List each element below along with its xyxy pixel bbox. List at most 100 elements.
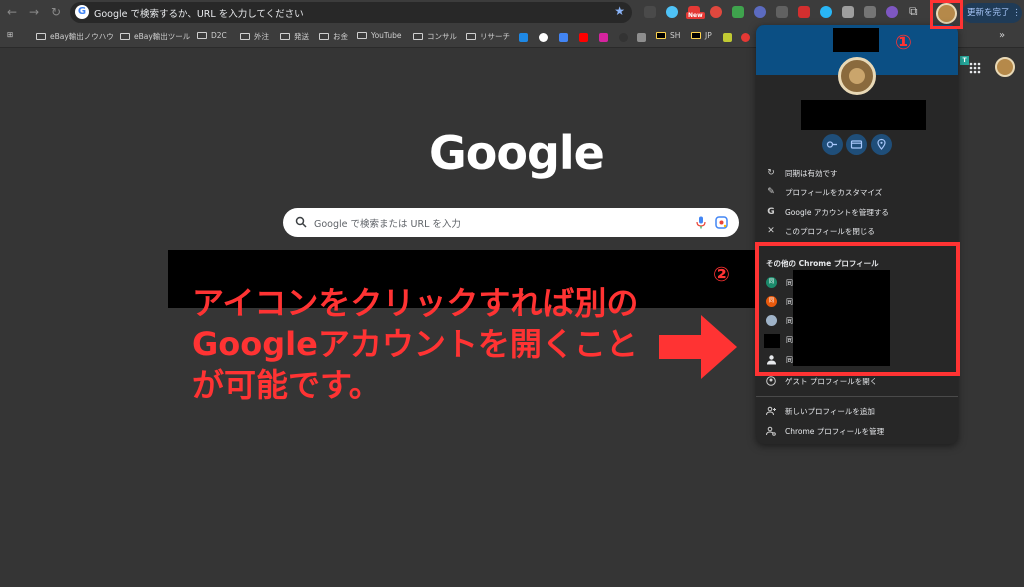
bookmark-folder[interactable]: お金 <box>319 31 348 42</box>
more-vert-icon: ⋮ <box>1012 8 1021 18</box>
bookmark-favicon <box>691 32 701 39</box>
bookmark-folder[interactable]: D2C <box>197 31 227 40</box>
person-add-icon <box>766 406 776 416</box>
guest-person-icon <box>766 376 776 386</box>
search-placeholder: Google で検索または URL を入力 <box>314 219 461 230</box>
manage-accounts-icon <box>766 426 776 436</box>
profile-avatar <box>838 57 876 95</box>
omnibox-placeholder: Google で検索するか、URL を入力してください <box>94 9 304 20</box>
address-location-button[interactable] <box>871 134 892 155</box>
google-g-icon: G <box>75 5 89 19</box>
menu-item-add-profile[interactable]: 新しいプロフィールを追加 <box>756 402 958 421</box>
menu-item-label: 同期は有効です <box>785 169 838 178</box>
bookmark-label: 外注 <box>254 32 269 41</box>
bookmark-folder[interactable]: eBay輸出ノウハウ <box>36 31 114 42</box>
folder-icon <box>280 33 290 40</box>
chevron-double-right-icon[interactable]: » <box>999 30 1005 41</box>
search-input[interactable]: Google で検索または URL を入力 <box>283 208 739 237</box>
bookmark-favicon[interactable] <box>637 33 646 42</box>
menu-item-label: このプロフィールを閉じる <box>785 227 875 236</box>
close-icon: ✕ <box>767 226 775 236</box>
puzzle-icon[interactable]: ⧉ <box>909 4 918 19</box>
bookmark-label: SH <box>670 31 681 40</box>
bookmark-folder[interactable]: eBay輸出ツール <box>120 31 190 42</box>
reload-icon[interactable]: ↻ <box>48 4 64 20</box>
update-label: 更新を完了 <box>967 8 1010 18</box>
search-icon <box>295 216 307 228</box>
menu-item-customize-profile[interactable]: ✎ プロフィールをカスタマイズ <box>756 183 958 202</box>
apps-grid-icon[interactable]: ⊞ <box>7 30 13 39</box>
bookmark-folder[interactable]: 発送 <box>280 31 309 42</box>
bookmark-label: eBay輸出ツール <box>134 32 191 41</box>
highlight-box-profile-button <box>930 0 963 29</box>
arrow-right-icon <box>659 315 737 379</box>
highlight-box-other-profiles <box>755 242 960 376</box>
lens-icon[interactable] <box>715 216 728 229</box>
extension-icon[interactable] <box>842 6 854 18</box>
folder-icon <box>466 33 476 40</box>
credit-card-icon <box>850 140 863 149</box>
folder-icon <box>197 32 207 39</box>
bookmark-favicon[interactable]: T <box>960 56 969 65</box>
extension-icon[interactable] <box>820 6 832 18</box>
extension-icon[interactable] <box>754 6 766 18</box>
back-icon[interactable]: ← <box>4 4 20 20</box>
bookmark-folder[interactable]: リサーチ <box>466 31 510 42</box>
mic-icon[interactable] <box>695 216 707 229</box>
menu-item-label: ゲスト プロフィールを開く <box>785 377 878 386</box>
extension-icon[interactable] <box>776 6 788 18</box>
bookmark-label: YouTube <box>371 31 402 40</box>
bookmark-folder[interactable]: 外注 <box>240 31 269 42</box>
menu-item-label: 新しいプロフィールを追加 <box>785 407 875 416</box>
menu-item-label: Chrome プロフィールを管理 <box>785 427 885 436</box>
annotation-text: アイコンをクリックすれば別のGoogleアカウントを開くことが可能です。 <box>192 284 639 404</box>
omnibox[interactable]: G Google で検索するか、URL を入力してください ★ <box>70 2 632 23</box>
step-marker-2: ② <box>713 262 730 286</box>
google-g-icon: G <box>767 207 775 217</box>
account-avatar[interactable] <box>995 57 1015 77</box>
bookmark-label: リサーチ <box>480 32 510 41</box>
update-button[interactable]: 更新を完了 ⋮ <box>962 3 1022 23</box>
menu-item-label: プロフィールをカスタマイズ <box>785 188 883 197</box>
menu-item-manage-google-account[interactable]: G Google アカウントを管理する <box>756 203 958 222</box>
bookmark-favicon[interactable] <box>599 33 608 42</box>
redaction-block <box>801 100 926 130</box>
extension-icon[interactable] <box>864 6 876 18</box>
pencil-icon: ✎ <box>767 187 775 197</box>
bookmark-favicon[interactable] <box>539 33 548 42</box>
menu-item-close-profile[interactable]: ✕ このプロフィールを閉じる <box>756 222 958 241</box>
menu-item-manage-profiles[interactable]: Chrome プロフィールを管理 <box>756 422 958 441</box>
extension-icon[interactable] <box>732 6 744 18</box>
bookmark-folder[interactable]: コンサル <box>413 31 457 42</box>
divider <box>756 396 958 397</box>
bookmark-folder[interactable]: YouTube <box>357 31 402 40</box>
extension-icon[interactable] <box>886 6 898 18</box>
extension-icon[interactable] <box>710 6 722 18</box>
folder-icon <box>413 33 423 40</box>
payment-card-button[interactable] <box>846 134 867 155</box>
bookmark-label: eBay輸出ノウハウ <box>50 32 114 41</box>
folder-icon <box>357 32 367 39</box>
bookmark-favicon[interactable] <box>519 33 528 42</box>
bookmark-favicon[interactable] <box>579 33 588 42</box>
menu-item-sync[interactable]: ↻ 同期は有効です <box>756 164 958 183</box>
folder-icon <box>319 33 329 40</box>
bookmark-link[interactable]: SH <box>656 31 680 40</box>
bookmark-favicon[interactable] <box>619 33 628 42</box>
bookmark-favicon[interactable] <box>723 33 732 42</box>
password-key-button[interactable] <box>822 134 843 155</box>
bookmark-favicon <box>656 32 666 39</box>
bookmark-star-icon[interactable]: ★ <box>614 4 625 18</box>
bookmark-favicon[interactable] <box>559 33 568 42</box>
extension-icon[interactable] <box>644 6 656 18</box>
google-apps-icon[interactable] <box>969 62 981 74</box>
folder-icon <box>36 33 46 40</box>
bookmark-link[interactable]: JP <box>691 31 712 40</box>
bookmark-favicon[interactable] <box>741 33 750 42</box>
extension-icon[interactable] <box>666 6 678 18</box>
extension-icon[interactable] <box>798 6 810 18</box>
forward-icon[interactable]: → <box>26 4 42 20</box>
bookmark-label: D2C <box>211 31 227 40</box>
bookmark-label: コンサル <box>427 32 457 41</box>
profile-menu: ↻ 同期は有効です ✎ プロフィールをカスタマイズ G Google アカウント… <box>756 25 958 444</box>
